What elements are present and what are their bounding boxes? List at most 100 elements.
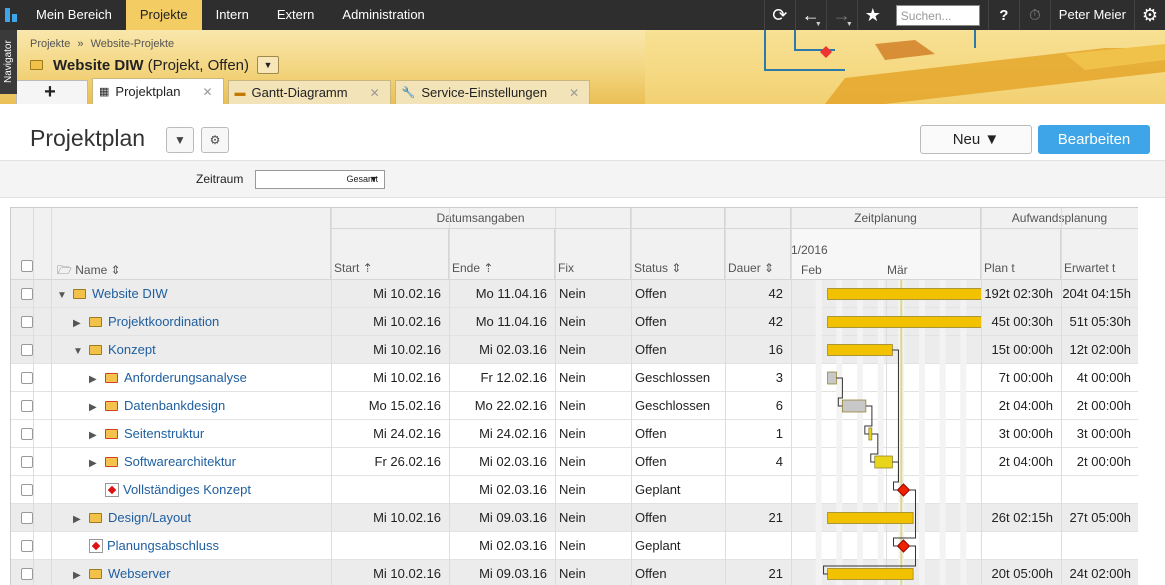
app-logo-icon[interactable] xyxy=(0,0,22,30)
tab-gantt-diagramm[interactable]: ▬ Gantt-Diagramm ✕ xyxy=(227,80,391,104)
expand-toggle-icon[interactable]: ▶ xyxy=(89,394,97,420)
column-header-plan[interactable]: Plan t xyxy=(981,229,1061,280)
grid-line xyxy=(331,208,332,585)
favorites-star-icon[interactable]: ★ xyxy=(856,0,888,30)
row-checkbox[interactable] xyxy=(21,316,33,328)
new-button[interactable]: Neu ▼ xyxy=(920,125,1032,154)
gantt-bar xyxy=(827,288,981,300)
expand-toggle-icon[interactable]: ▶ xyxy=(89,422,97,448)
cell-fix: Nein xyxy=(559,510,586,525)
expand-toggle-icon[interactable]: ▶ xyxy=(89,366,97,392)
navigator-toggle[interactable]: Navigator xyxy=(0,30,17,94)
stopwatch-icon[interactable]: ⏱ xyxy=(1018,0,1050,30)
page-title: Projektplan xyxy=(30,125,146,151)
cell-expected: 51t 05:30h xyxy=(1069,314,1131,329)
folder-icon xyxy=(30,60,43,70)
name-cell: ▶ Anforderungsanalyse xyxy=(89,364,331,392)
zeitraum-select[interactable]: Gesamt ▼ xyxy=(255,170,385,189)
menu-item-intern[interactable]: Intern xyxy=(202,0,263,30)
cell-start xyxy=(331,476,449,504)
timeline-year: 1/2016 xyxy=(791,243,828,257)
tab-projektplan[interactable]: ▦ Projektplan ✕ xyxy=(92,78,224,104)
row-name-link[interactable]: Konzept xyxy=(108,342,156,357)
row-name-link[interactable]: Projektkoordination xyxy=(108,314,219,329)
cell-end: Mi 24.02.16 xyxy=(479,426,547,441)
breadcrumb-item-projekte[interactable]: Projekte xyxy=(30,38,70,50)
row-checkbox[interactable] xyxy=(21,540,33,552)
expand-toggle-icon[interactable]: ▶ xyxy=(73,310,81,336)
cell-fix: Nein xyxy=(559,398,586,413)
row-checkbox[interactable] xyxy=(21,400,33,412)
name-column-header[interactable]: 🗁 Name ⇕ xyxy=(57,261,121,282)
column-header-end[interactable]: Ende ⇡ xyxy=(449,229,555,280)
add-tab-button[interactable]: + xyxy=(16,80,88,104)
column-header-status[interactable]: Status ⇕ xyxy=(631,229,725,280)
column-header-fix[interactable]: Fix xyxy=(555,229,631,280)
settings-gear-icon[interactable]: ⚙ xyxy=(1134,0,1165,30)
row-checkbox[interactable] xyxy=(21,344,33,356)
row-name-link[interactable]: Design/Layout xyxy=(108,510,191,525)
row-name-link[interactable]: Planungsabschluss xyxy=(107,538,219,553)
edit-button[interactable]: Bearbeiten xyxy=(1038,125,1150,154)
row-checkbox[interactable] xyxy=(21,428,33,440)
forward-arrow-icon[interactable]: → ▼ xyxy=(825,0,857,30)
select-all-checkbox[interactable] xyxy=(21,260,33,272)
cell-fix: Nein xyxy=(559,454,586,469)
collapse-toggle-icon[interactable]: ▼ xyxy=(73,338,83,364)
refresh-icon[interactable]: ⟳ xyxy=(763,0,795,30)
grid-line xyxy=(981,208,982,585)
row-name-link[interactable]: Webserver xyxy=(108,566,171,581)
row-checkbox[interactable] xyxy=(21,372,33,384)
row-checkbox[interactable] xyxy=(21,512,33,524)
timeline-month-mar: Mär xyxy=(887,263,908,277)
cell-duration: 16 xyxy=(768,342,783,357)
row-name-link[interactable]: Seitenstruktur xyxy=(124,426,204,441)
cell-end: Fr 12.02.16 xyxy=(480,370,548,385)
gantt-bar xyxy=(827,316,981,328)
row-name-link[interactable]: Vollständiges Konzept xyxy=(123,482,251,497)
collapse-toggle-icon[interactable]: ▼ xyxy=(57,282,67,308)
cell-fix: Nein xyxy=(559,286,586,301)
close-tab-icon[interactable]: ✕ xyxy=(202,85,212,99)
grid-line xyxy=(631,208,632,585)
project-name: Website DIW xyxy=(53,56,144,74)
help-icon[interactable]: ? xyxy=(987,0,1019,30)
cell-plan: 3t 00:00h xyxy=(998,426,1053,441)
row-name-link[interactable]: Datenbankdesign xyxy=(124,398,225,413)
view-dropdown-button[interactable]: ▼ xyxy=(166,127,194,153)
cell-duration: 6 xyxy=(775,398,783,413)
user-name[interactable]: Peter Meier xyxy=(1049,0,1134,30)
expand-toggle-icon[interactable]: ▶ xyxy=(73,506,81,532)
row-checkbox[interactable] xyxy=(21,484,33,496)
row-name-link[interactable]: Anforderungsanalyse xyxy=(124,370,247,385)
column-label: Plan t xyxy=(984,261,1015,275)
row-checkbox[interactable] xyxy=(21,288,33,300)
grid-line xyxy=(449,208,450,585)
menu-item-extern[interactable]: Extern xyxy=(263,0,329,30)
expand-toggle-icon[interactable]: ▶ xyxy=(73,562,81,585)
cell-duration xyxy=(725,532,791,560)
cell-start: Mi 10.02.16 xyxy=(373,314,441,329)
search-input[interactable]: Suchen... xyxy=(895,4,980,26)
close-tab-icon[interactable]: ✕ xyxy=(569,86,579,100)
row-checkbox[interactable] xyxy=(21,456,33,468)
back-arrow-icon[interactable]: ← ▼ xyxy=(794,0,826,30)
row-checkbox[interactable] xyxy=(21,568,33,580)
cell-end: Mi 02.03.16 xyxy=(479,454,547,469)
header-gantt-decoration xyxy=(645,30,1165,104)
tab-service-einstellungen[interactable]: 🔧 Service-Einstellungen ✕ xyxy=(394,80,591,104)
project-menu-dropdown-button[interactable]: ▼ xyxy=(257,56,280,74)
row-name-link[interactable]: Softwarearchitektur xyxy=(124,454,236,469)
gear-icon[interactable]: ⚙ xyxy=(201,127,229,153)
cell-expected: 2t 00:00h xyxy=(1076,454,1131,469)
column-header-expected[interactable]: Erwartet t xyxy=(1061,229,1138,280)
menu-item-mein-bereich[interactable]: Mein Bereich xyxy=(22,0,126,30)
menu-item-administration[interactable]: Administration xyxy=(328,0,438,30)
column-header-duration[interactable]: Dauer ⇕ xyxy=(725,229,791,280)
menu-item-projekte[interactable]: Projekte xyxy=(125,0,202,30)
close-tab-icon[interactable]: ✕ xyxy=(370,86,380,100)
expand-toggle-icon[interactable]: ▶ xyxy=(89,450,97,476)
breadcrumb-item-website-projekte[interactable]: Website-Projekte xyxy=(91,38,175,50)
row-name-link[interactable]: Website DIW xyxy=(92,286,168,301)
column-header-start[interactable]: Start ⇡ xyxy=(331,229,449,280)
